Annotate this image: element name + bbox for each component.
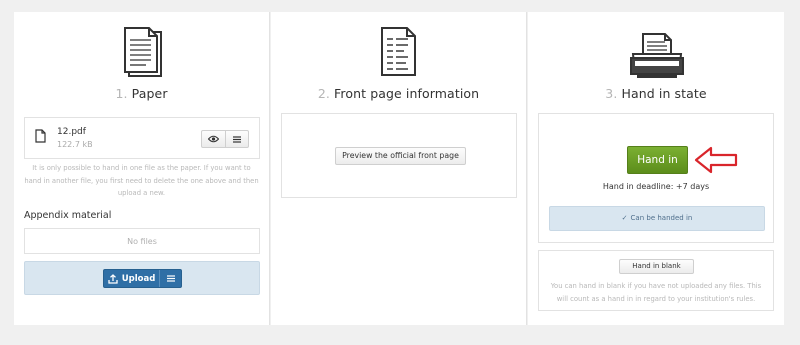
front-page-form-icon [381, 27, 416, 76]
upload-button-group: Upload [103, 269, 182, 288]
upload-menu-button[interactable] [159, 270, 181, 287]
file-icon [35, 129, 46, 143]
file-menu-button[interactable] [224, 131, 249, 147]
hand-in-title-text: Hand in state [621, 86, 707, 101]
file-name[interactable]: 12.pdf [57, 127, 86, 137]
step-number: 3. [605, 86, 618, 101]
checkmark-icon: ✓ [621, 214, 628, 222]
paper-document-icon [124, 27, 162, 77]
appendix-heading: Appendix material [24, 210, 112, 221]
status-text: Can be handed in [630, 214, 693, 222]
hand-in-deadline: Hand in deadline: +7 days [602, 182, 710, 191]
hand-in-title: 3. Hand in state [528, 86, 784, 101]
hand-in-button[interactable]: Hand in [627, 146, 688, 174]
hand-in-status: ✓ Can be handed in [549, 206, 765, 231]
appendix-empty-state: No files [24, 228, 260, 254]
uploaded-file-row: 12.pdf 122.7 kB [24, 117, 260, 159]
red-arrow-pointer-icon [694, 146, 738, 174]
hand-in-blank-button[interactable]: Hand in blank [619, 259, 694, 274]
upload-area: Upload [24, 261, 260, 295]
hand-in-panel: 3. Hand in state Hand in Hand in deadlin… [528, 12, 784, 325]
front-page-box: Preview the official front page [281, 113, 517, 198]
upload-button[interactable]: Upload [104, 270, 159, 287]
file-actions [201, 130, 249, 148]
paper-title: 1. Paper [14, 86, 269, 101]
hamburger-menu-icon [166, 275, 175, 282]
hand-in-blank-box: Hand in blank You can hand in blank if y… [538, 250, 774, 311]
hand-in-blank-note: You can hand in blank if you have not up… [550, 282, 762, 303]
step-number: 1. [115, 86, 128, 101]
eye-icon [207, 135, 219, 143]
front-page-panel: 2. Front page information Preview the of… [271, 12, 527, 325]
paper-panel: 1. Paper 12.pdf 122.7 kB It is only poss… [14, 12, 270, 325]
front-page-title-text: Front page information [334, 86, 480, 101]
paper-note: It is only possible to hand in one file … [24, 164, 259, 197]
inbox-tray-icon [630, 33, 684, 78]
file-size: 122.7 kB [57, 140, 93, 149]
paper-title-text: Paper [131, 86, 168, 101]
step-number: 2. [317, 86, 330, 101]
preview-front-page-button[interactable]: Preview the official front page [335, 147, 466, 165]
hand-in-box: Hand in Hand in deadline: +7 days ✓ Can b… [538, 113, 774, 243]
upload-label: Upload [121, 273, 156, 284]
front-page-title: 2. Front page information [271, 86, 526, 101]
view-file-button[interactable] [202, 131, 225, 147]
upload-icon [108, 273, 118, 284]
hamburger-menu-icon [232, 135, 241, 143]
